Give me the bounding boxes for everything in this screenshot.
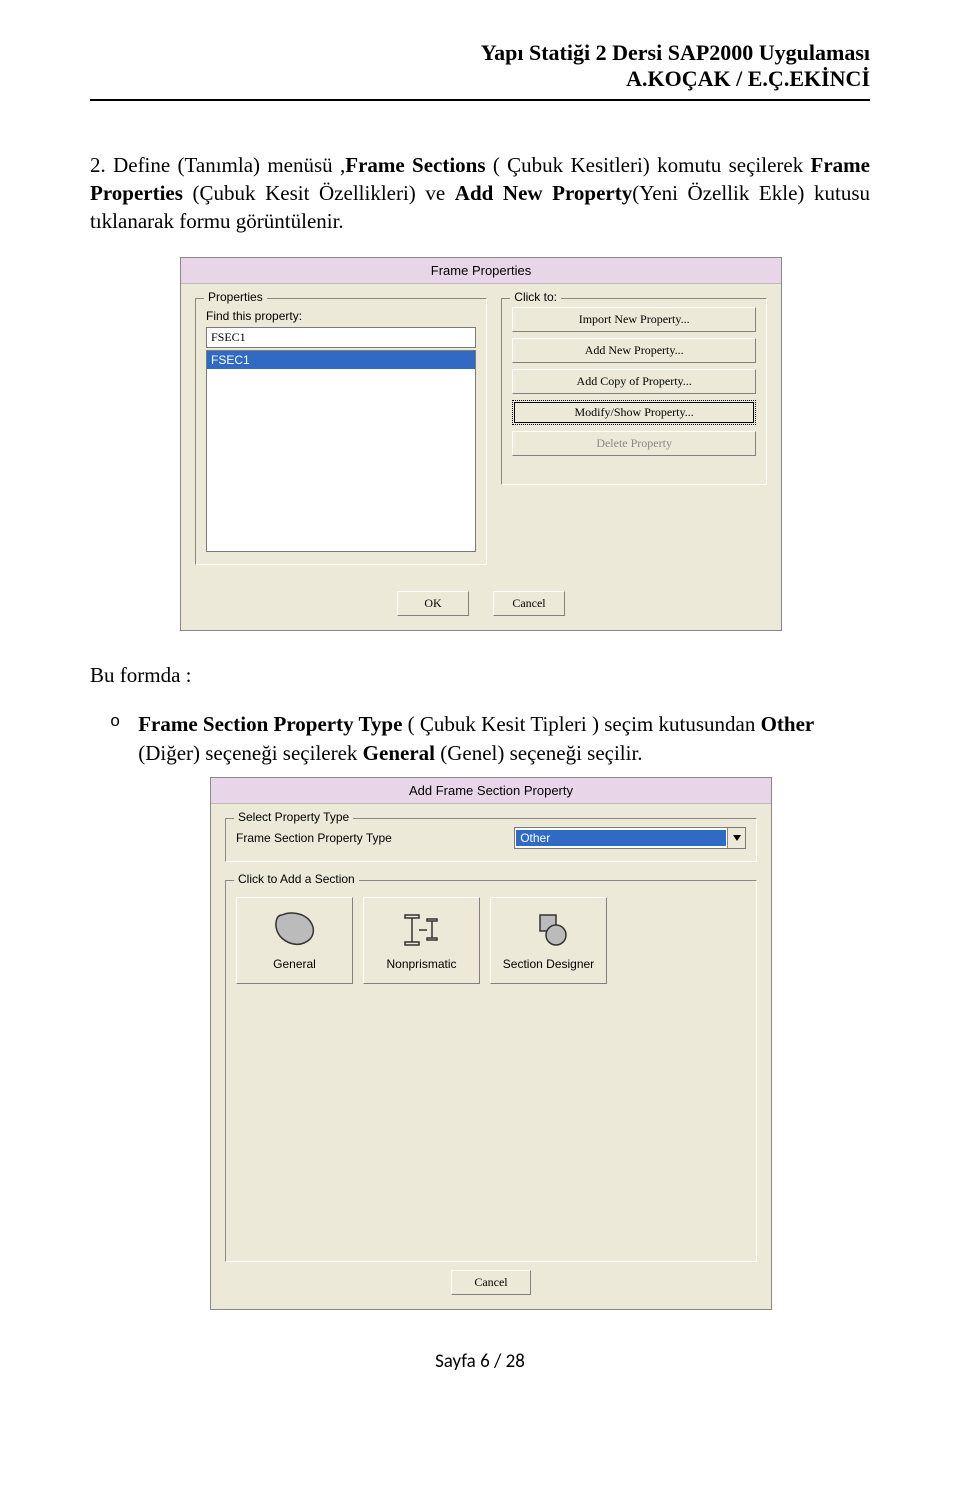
list-item[interactable]: FSEC1 — [207, 351, 475, 369]
bul-b2: Other — [761, 712, 815, 736]
nonprismatic-section-button[interactable]: Nonprismatic — [363, 897, 480, 984]
p1-b1: Frame Sections — [345, 153, 485, 177]
ok-button[interactable]: OK — [397, 591, 469, 616]
general-caption: General — [273, 957, 316, 971]
add-frame-section-title: Add Frame Section Property — [211, 778, 771, 804]
nonprismatic-caption: Nonprismatic — [386, 957, 456, 971]
cancel-button-2[interactable]: Cancel — [451, 1270, 531, 1295]
header-line2: A.KOÇAK / E.Ç.EKİNCİ — [90, 66, 870, 92]
general-section-icon — [270, 909, 320, 951]
p1-b3: Add New Property — [455, 181, 632, 205]
click-to-add-legend: Click to Add a Section — [234, 872, 359, 886]
import-new-property-button[interactable]: Import New Property... — [512, 307, 756, 332]
click-to-legend: Click to: — [510, 290, 561, 304]
bul-t1: ( Çubuk Kesit Tipleri ) seçim kutusundan — [402, 712, 760, 736]
section-designer-button[interactable]: Section Designer — [490, 897, 607, 984]
add-frame-section-dialog: Add Frame Section Property Select Proper… — [210, 777, 772, 1310]
add-copy-of-property-button[interactable]: Add Copy of Property... — [512, 369, 756, 394]
section-designer-caption: Section Designer — [503, 957, 594, 971]
p1-t1: Define (Tanımla) menüsü , — [113, 153, 345, 177]
bul-t2: (Diğer) seçeneği seçilerek — [138, 741, 362, 765]
bul-b3: General — [363, 741, 435, 765]
click-to-group: Click to: Import New Property... Add New… — [501, 298, 767, 485]
header-line1: Yapı Statiği 2 Dersi SAP2000 Uygulaması — [90, 40, 870, 66]
bullet-text: Frame Section Property Type ( Çubuk Kesi… — [138, 710, 870, 767]
modify-show-property-button[interactable]: Modify/Show Property... — [512, 400, 756, 425]
page-number: Sayfa 6 / 28 — [435, 1350, 525, 1373]
frame-properties-dialog: Frame Properties Properties Find this pr… — [180, 257, 782, 631]
select-property-type-legend: Select Property Type — [234, 810, 353, 824]
nonprismatic-icon — [397, 909, 447, 951]
property-type-value: Other — [516, 830, 726, 846]
add-new-property-button[interactable]: Add New Property... — [512, 338, 756, 363]
chevron-down-icon[interactable] — [727, 828, 745, 848]
property-type-label: Frame Section Property Type — [236, 831, 514, 845]
page-footer: Sayfa 6 / 28 — [0, 1350, 960, 1393]
click-to-add-section-group: Click to Add a Section General — [225, 880, 757, 1262]
find-property-label: Find this property: — [206, 309, 476, 323]
bullet-marker: o — [110, 713, 120, 732]
select-property-type-group: Select Property Type Frame Section Prope… — [225, 818, 757, 862]
bul-t3: (Genel) seçeneği seçilir. — [435, 741, 643, 765]
property-listbox[interactable]: FSEC1 — [206, 350, 476, 552]
paragraph-2a: Bu formda : — [90, 661, 870, 689]
paragraph-1: 2. Define (Tanımla) menüsü ,Frame Sectio… — [90, 151, 870, 236]
p1-t2: ( Çubuk Kesitleri) komutu seçilerek — [486, 153, 811, 177]
property-type-dropdown[interactable]: Other — [514, 827, 746, 849]
general-section-button[interactable]: General — [236, 897, 353, 984]
header-rule — [90, 99, 870, 101]
properties-group: Properties Find this property: FSEC1 — [195, 298, 487, 565]
p1-num: 2. — [90, 153, 106, 177]
cancel-button[interactable]: Cancel — [493, 591, 565, 616]
bul-b1: Frame Section Property Type — [138, 712, 402, 736]
find-property-input[interactable] — [206, 327, 476, 348]
frame-properties-title: Frame Properties — [181, 258, 781, 284]
delete-property-button[interactable]: Delete Property — [512, 431, 756, 456]
bullet-item: o Frame Section Property Type ( Çubuk Ke… — [110, 710, 870, 767]
section-designer-icon — [524, 909, 574, 951]
properties-legend: Properties — [204, 290, 267, 304]
p1-t3: (Çubuk Kesit Özellikleri) ve — [183, 181, 455, 205]
